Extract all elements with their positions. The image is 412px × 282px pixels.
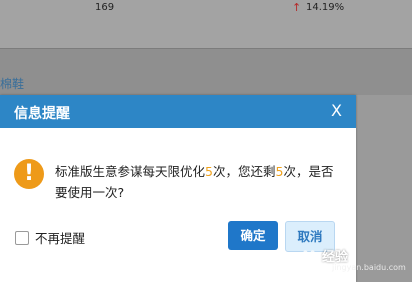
exclamation-icon: ! [14, 159, 44, 189]
close-button[interactable]: X [331, 101, 342, 120]
dont-remind-checkbox[interactable]: 不再提醒 [15, 228, 85, 247]
row-change: 14.19% [306, 2, 345, 13]
category-link[interactable]: 棉鞋 [0, 75, 24, 92]
row-value: 169 [95, 2, 115, 13]
background-table-row: 169 ↑ 14.19% [0, 0, 412, 48]
message-limit: 5 [205, 164, 213, 179]
baidu-paw-icon [301, 250, 317, 263]
watermark-url: jingyan.baidu.com [332, 263, 406, 272]
background-overlay [356, 95, 412, 282]
dialog-message: 标准版生意参谋每天限优化5次，您还剩5次，是否要使用一次? [55, 161, 345, 203]
message-text-2: 次，您还剩 [212, 164, 276, 179]
dialog-header: 信息提醒 X [0, 95, 356, 128]
trend-up-icon: ↑ [292, 1, 302, 14]
checkbox-label: 不再提醒 [35, 231, 86, 246]
checkbox-box[interactable] [15, 230, 29, 245]
confirm-button[interactable]: 确定 [228, 221, 278, 250]
divider [0, 48, 412, 49]
dialog-title: 信息提醒 [14, 106, 70, 122]
message-text-1: 标准版生意参谋每天限优化 [55, 164, 206, 179]
